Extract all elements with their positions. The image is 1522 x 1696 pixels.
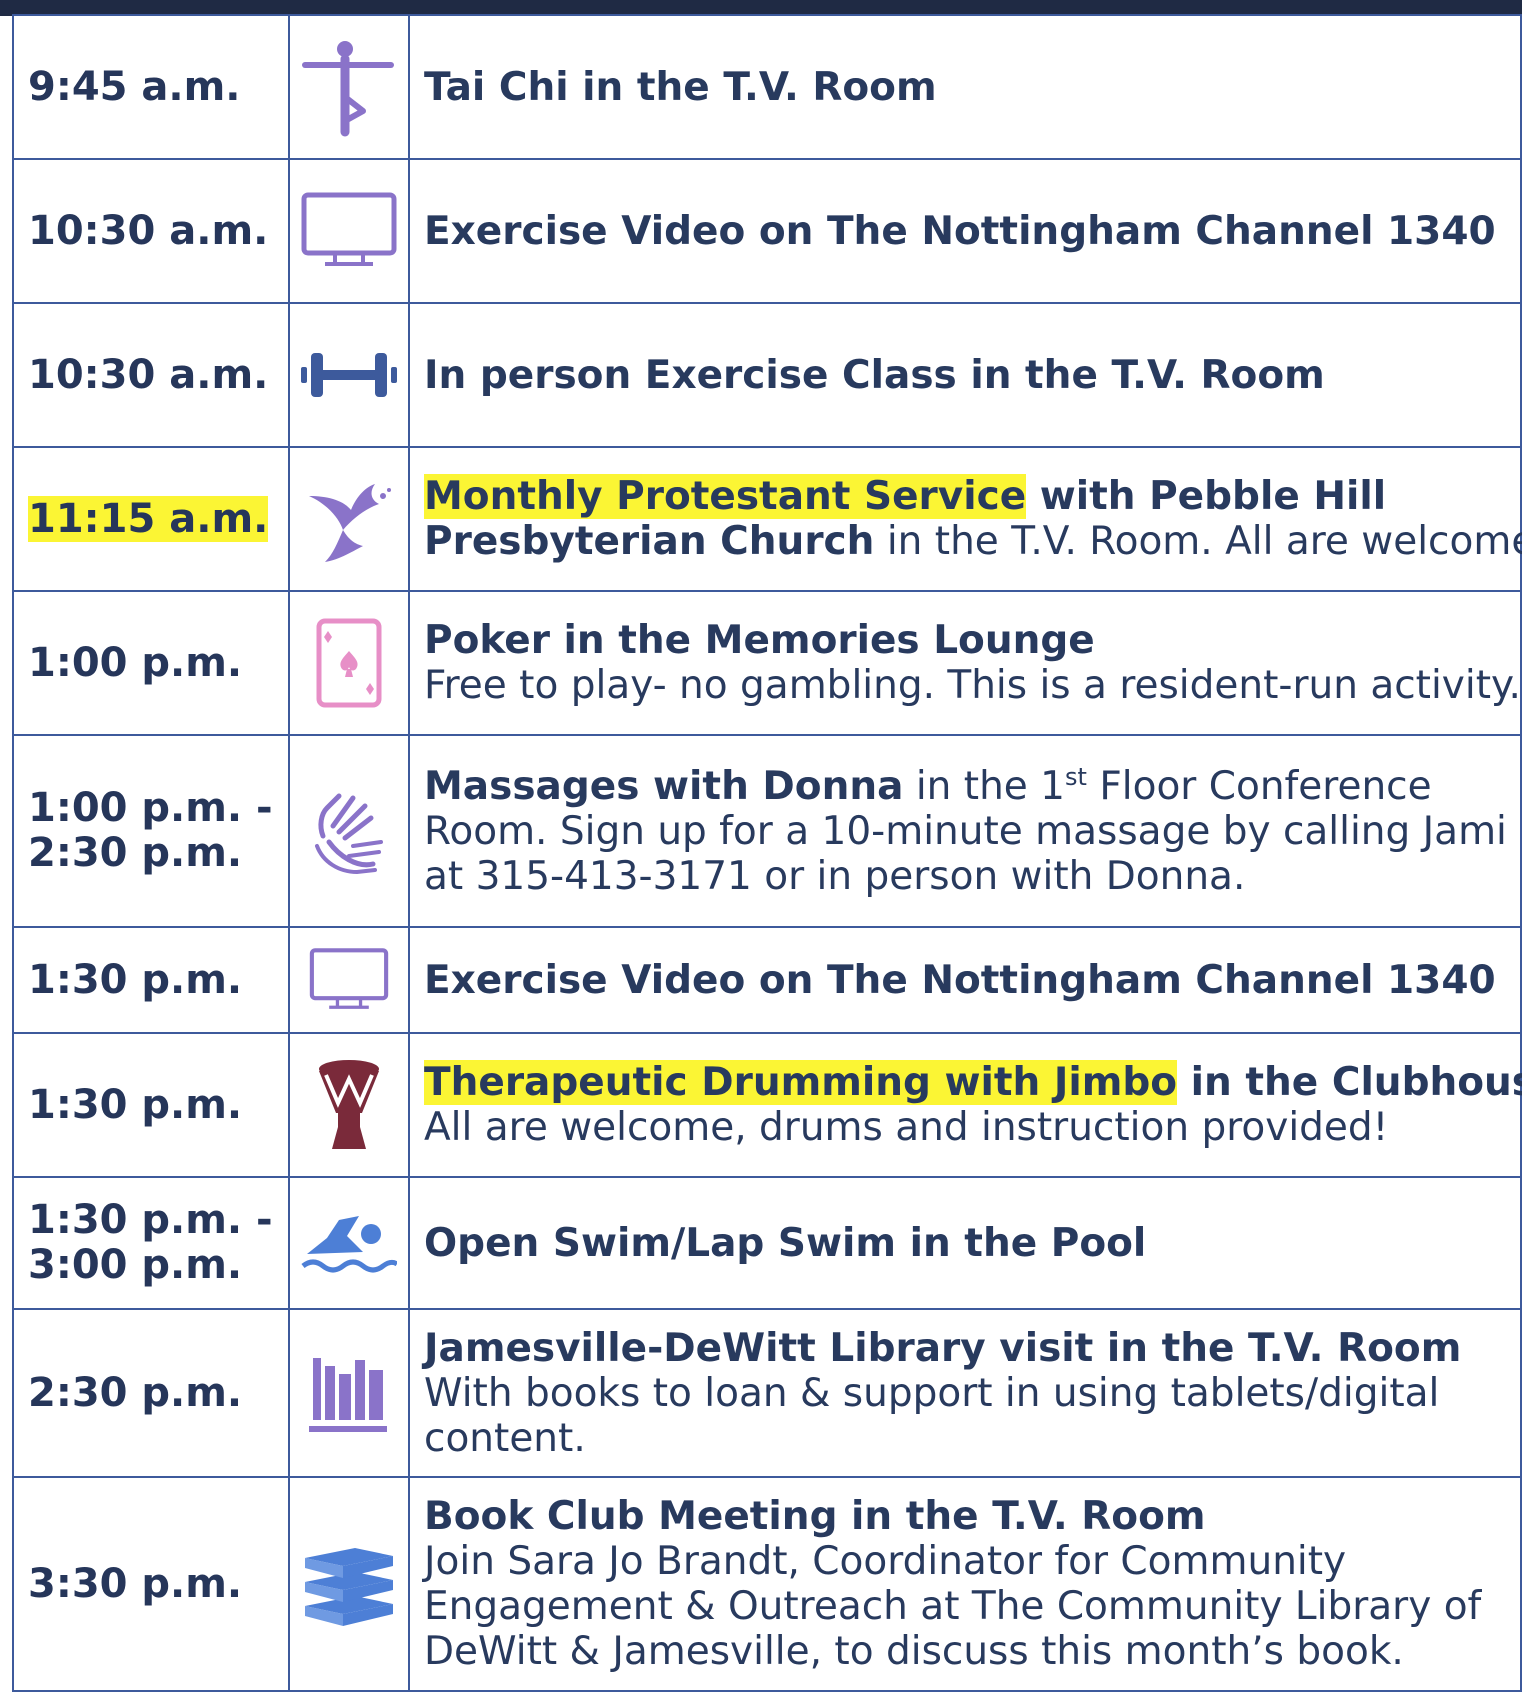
icon-cell bbox=[288, 590, 410, 736]
time-cell: 1:30 p.m. bbox=[12, 1032, 290, 1178]
table-row: 1:30 p.m. Therapeutic Drumming with Jimb… bbox=[12, 1032, 1522, 1178]
table-row: 1:30 p.m. - 3:00 p.m. Open Swim/Lap Swim… bbox=[12, 1176, 1522, 1310]
tv-monitor-icon bbox=[309, 948, 389, 1009]
time-cell: 10:30 a.m. bbox=[12, 302, 290, 448]
icon-cell bbox=[288, 1308, 410, 1478]
icon-cell bbox=[288, 446, 410, 592]
time-cell: 3:30 p.m. bbox=[12, 1476, 290, 1692]
icon-cell bbox=[288, 734, 410, 928]
table-row: 1:30 p.m. Exercise Video on The Nottingh… bbox=[12, 926, 1522, 1034]
activity-description: Tai Chi in the T.V. Room bbox=[408, 14, 1522, 160]
tv-monitor-icon bbox=[301, 192, 397, 266]
table-row: 3:30 p.m. Book Club Meeting in the T.V. … bbox=[12, 1476, 1522, 1692]
swimmer-icon bbox=[301, 1216, 397, 1273]
icon-cell bbox=[288, 158, 410, 304]
activity-description: Jamesville-DeWitt Library visit in the T… bbox=[408, 1308, 1522, 1478]
schedule-table: 9:45 a.m. Tai Chi in the T.V. Room 10:30… bbox=[12, 14, 1522, 1692]
table-row: 1:00 p.m. Poker in the Memories Lounge F… bbox=[12, 590, 1522, 736]
activity-description: Book Club Meeting in the T.V. Room Join … bbox=[408, 1476, 1522, 1692]
time-cell: 1:30 p.m. bbox=[12, 926, 290, 1034]
table-row: 11:15 a.m. Monthly Protestant Service wi… bbox=[12, 446, 1522, 592]
icon-cell bbox=[288, 14, 410, 160]
time-cell: 1:00 p.m. bbox=[12, 590, 290, 736]
drum-icon bbox=[319, 1060, 379, 1149]
sign-language-hands-icon bbox=[315, 793, 383, 875]
time-cell: 9:45 a.m. bbox=[12, 14, 290, 160]
activity-description: Exercise Video on The Nottingham Channel… bbox=[408, 158, 1522, 304]
dove-icon bbox=[309, 484, 391, 562]
playing-card-icon bbox=[316, 618, 382, 708]
icon-cell bbox=[288, 926, 410, 1034]
activity-description: Therapeutic Drumming with Jimbo in the C… bbox=[408, 1032, 1522, 1178]
table-row: 10:30 a.m. Exercise Video on The Notting… bbox=[12, 158, 1522, 304]
activity-description: Massages with Donna in the 1st Floor Con… bbox=[408, 734, 1522, 928]
table-row: 2:30 p.m. Jamesville-DeWitt Library visi… bbox=[12, 1308, 1522, 1478]
time-cell: 11:15 a.m. bbox=[12, 446, 290, 592]
activity-description: Poker in the Memories Lounge Free to pla… bbox=[408, 590, 1522, 736]
icon-cell bbox=[288, 1176, 410, 1310]
activity-description: Open Swim/Lap Swim in the Pool bbox=[408, 1176, 1522, 1310]
time-cell: 2:30 p.m. bbox=[12, 1308, 290, 1478]
bookshelf-icon bbox=[309, 1358, 387, 1432]
dumbbell-icon bbox=[301, 353, 397, 397]
activity-description: Exercise Video on The Nottingham Channel… bbox=[408, 926, 1522, 1034]
time-cell: 1:30 p.m. - 3:00 p.m. bbox=[12, 1176, 290, 1310]
time-cell: 10:30 a.m. bbox=[12, 158, 290, 304]
table-row: 9:45 a.m. Tai Chi in the T.V. Room bbox=[12, 14, 1522, 160]
icon-cell bbox=[288, 1476, 410, 1692]
table-row: 1:00 p.m. - 2:30 p.m. Massages with Donn… bbox=[12, 734, 1522, 928]
time-cell: 1:00 p.m. - 2:30 p.m. bbox=[12, 734, 290, 928]
activity-description: Monthly Protestant Service with Pebble H… bbox=[408, 446, 1522, 592]
book-stack-icon bbox=[305, 1548, 393, 1626]
icon-cell bbox=[288, 1032, 410, 1178]
icon-cell bbox=[288, 302, 410, 448]
activity-description: In person Exercise Class in the T.V. Roo… bbox=[408, 302, 1522, 448]
tai-chi-figure-icon bbox=[302, 41, 394, 137]
table-row: 10:30 a.m. In person Exercise Class in t… bbox=[12, 302, 1522, 448]
